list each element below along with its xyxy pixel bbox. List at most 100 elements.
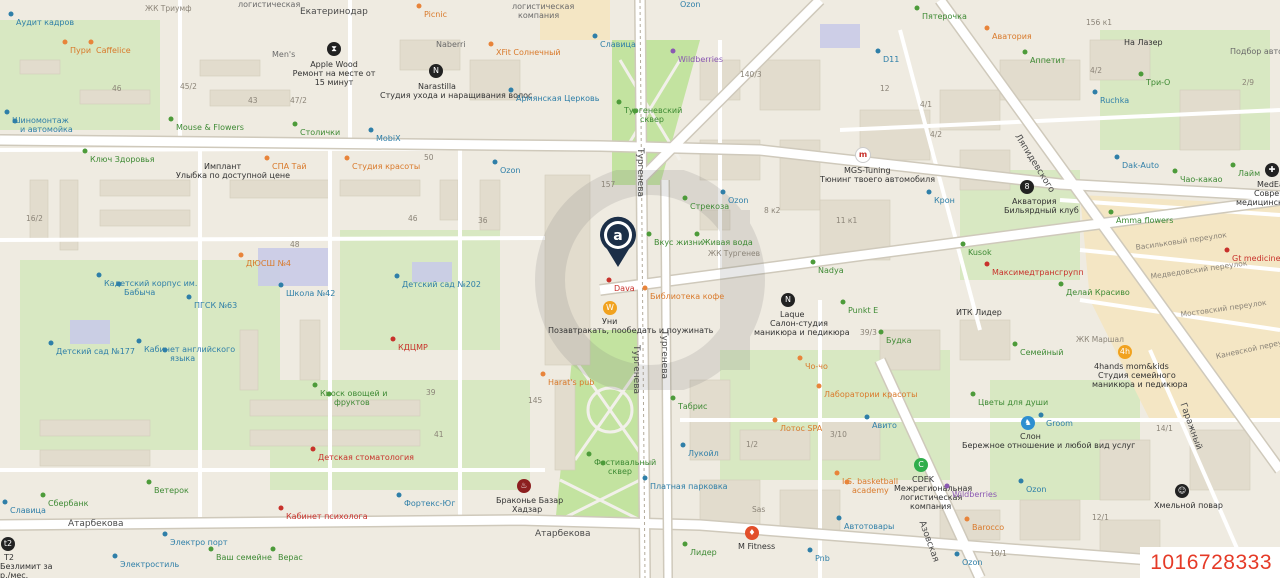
- poi-marker[interactable]: [1138, 71, 1144, 77]
- poi-label[interactable]: Уни: [602, 317, 617, 326]
- poi-label[interactable]: Сбербанк: [48, 499, 88, 508]
- uni-icon[interactable]: W: [603, 301, 617, 315]
- poi-label[interactable]: MGS-Tuning: [844, 166, 891, 175]
- poi-marker[interactable]: [694, 231, 700, 237]
- poi-label[interactable]: ПГСК №63: [194, 301, 237, 310]
- poi-label[interactable]: Шиномонтаж: [12, 116, 69, 125]
- poi-marker[interactable]: [642, 475, 648, 481]
- poi-marker[interactable]: [136, 338, 142, 344]
- poi-label[interactable]: 15 минут: [315, 78, 354, 87]
- medea-icon[interactable]: ✚: [1265, 163, 1279, 177]
- poi-marker[interactable]: [926, 189, 932, 195]
- poi-marker[interactable]: [1022, 49, 1028, 55]
- poi-label[interactable]: ДЮСШ №4: [246, 259, 291, 268]
- poi-marker[interactable]: [540, 371, 546, 377]
- poi-label[interactable]: ИТК Лидер: [956, 308, 1002, 317]
- poi-label[interactable]: Три-О: [1146, 78, 1170, 87]
- t2-icon[interactable]: t2: [1, 537, 15, 551]
- poi-label[interactable]: маникюра и педикюра: [1092, 380, 1188, 389]
- poi-label[interactable]: фруктов: [334, 398, 370, 407]
- poi-marker[interactable]: [682, 541, 688, 547]
- poi-label[interactable]: Аппетит: [1030, 56, 1065, 65]
- poi-marker[interactable]: [82, 148, 88, 154]
- poi-marker[interactable]: [807, 547, 813, 553]
- poi-label[interactable]: Семейный: [1020, 348, 1063, 357]
- location-pin-icon[interactable]: a: [598, 216, 638, 268]
- poi-label[interactable]: Groom: [1046, 419, 1073, 428]
- poi-marker[interactable]: [162, 531, 168, 537]
- poi-label[interactable]: СПА Тай: [272, 162, 307, 171]
- map-view[interactable]: Екатеринодар ЖК Триумф Тургенева Тургенева Т…: [0, 0, 1280, 578]
- poi-label[interactable]: 4hands mom&kids: [1094, 362, 1169, 371]
- poi-label[interactable]: компания: [518, 11, 559, 20]
- khmelnoy-povar-icon[interactable]: ☺: [1175, 484, 1189, 498]
- poi-label[interactable]: Apple Wood: [310, 60, 358, 69]
- poi-label[interactable]: Ozon: [680, 0, 700, 9]
- poi-marker[interactable]: [984, 25, 990, 31]
- poi-label[interactable]: Делай Красиво: [1066, 288, 1130, 297]
- poi-label[interactable]: Аудит кадров: [16, 18, 74, 27]
- poi-marker[interactable]: [1108, 209, 1114, 215]
- poi-marker[interactable]: [840, 299, 846, 305]
- poi-label[interactable]: Цветы для души: [978, 398, 1048, 407]
- poi-label[interactable]: Вкус жизни: [654, 238, 703, 247]
- poi-marker[interactable]: [96, 272, 102, 278]
- poi-label[interactable]: медицинская к: [1236, 198, 1280, 207]
- poi-label[interactable]: Имплант: [204, 162, 241, 171]
- poi-label[interactable]: Салон-студия: [770, 319, 828, 328]
- poi-marker[interactable]: [670, 395, 676, 401]
- poi-marker[interactable]: [264, 155, 270, 161]
- poi-marker[interactable]: [720, 189, 726, 195]
- poi-label[interactable]: Caffelice: [96, 46, 131, 55]
- poi-marker[interactable]: [168, 116, 174, 122]
- poi-label[interactable]: р./мес.: [0, 571, 28, 578]
- poi-label[interactable]: Кабинет психолога: [286, 512, 368, 521]
- poi-label[interactable]: ЖК Тургенев: [708, 249, 760, 258]
- poi-label[interactable]: I.S. basketball: [842, 477, 898, 486]
- poi-label[interactable]: Платная парковка: [650, 482, 728, 491]
- poi-label[interactable]: Ветерок: [154, 486, 189, 495]
- poi-label[interactable]: Подбор автозапч: [1230, 47, 1280, 56]
- poi-label[interactable]: Браконье Базар: [496, 496, 563, 505]
- poi-label[interactable]: Фортекс-Юг: [404, 499, 455, 508]
- poi-marker[interactable]: [878, 329, 884, 335]
- poi-marker[interactable]: [186, 294, 192, 300]
- poi-label[interactable]: Чао-какао: [1180, 175, 1223, 184]
- poi-label[interactable]: Столички: [300, 128, 340, 137]
- poi-marker[interactable]: [1224, 247, 1230, 253]
- poi-label[interactable]: Хадзар: [512, 505, 542, 514]
- poi-label[interactable]: Автотовары: [844, 522, 894, 531]
- cdek-icon[interactable]: C: [914, 458, 928, 472]
- poi-label[interactable]: Narastilla: [418, 82, 456, 91]
- poi-label[interactable]: Punkt E: [848, 306, 878, 315]
- poi-label[interactable]: Славица: [600, 40, 636, 49]
- poi-label[interactable]: Dak-Auto: [1122, 161, 1159, 170]
- poi-label[interactable]: Harat's pub: [548, 378, 594, 387]
- poi-label[interactable]: Библиотека кофе: [650, 292, 724, 301]
- m-fitness-icon[interactable]: ♦: [745, 526, 759, 540]
- poi-label[interactable]: Лаборатории красоты: [824, 390, 917, 399]
- akvatoria-icon[interactable]: 8: [1020, 180, 1034, 194]
- poi-marker[interactable]: [368, 127, 374, 133]
- poi-marker[interactable]: [632, 108, 638, 114]
- poi-marker[interactable]: [40, 492, 46, 498]
- poi-marker[interactable]: [960, 241, 966, 247]
- poi-marker[interactable]: [12, 118, 18, 124]
- poi-marker[interactable]: [844, 479, 850, 485]
- narastilla-icon[interactable]: N: [429, 64, 443, 78]
- poi-label[interactable]: MobiX: [376, 134, 401, 143]
- poi-marker[interactable]: [1092, 89, 1098, 95]
- poi-label[interactable]: academy: [852, 486, 889, 495]
- poi-label[interactable]: Бильярдный клуб: [1004, 206, 1079, 215]
- poi-label[interactable]: Ruchka: [1100, 96, 1129, 105]
- poi-label[interactable]: Тюнинг твоего автомобиля: [820, 175, 935, 184]
- poi-label[interactable]: Позавтракать, пообедать и поужинать: [548, 326, 713, 335]
- poi-marker[interactable]: [1012, 341, 1018, 347]
- poi-marker[interactable]: [984, 261, 990, 267]
- poi-label[interactable]: Армянская Церковь: [516, 94, 599, 103]
- poi-label[interactable]: Авито: [872, 421, 897, 430]
- poi-marker[interactable]: [238, 252, 244, 258]
- poi-marker[interactable]: [310, 446, 316, 452]
- poi-label[interactable]: T2: [4, 553, 14, 562]
- poi-marker[interactable]: [278, 505, 284, 511]
